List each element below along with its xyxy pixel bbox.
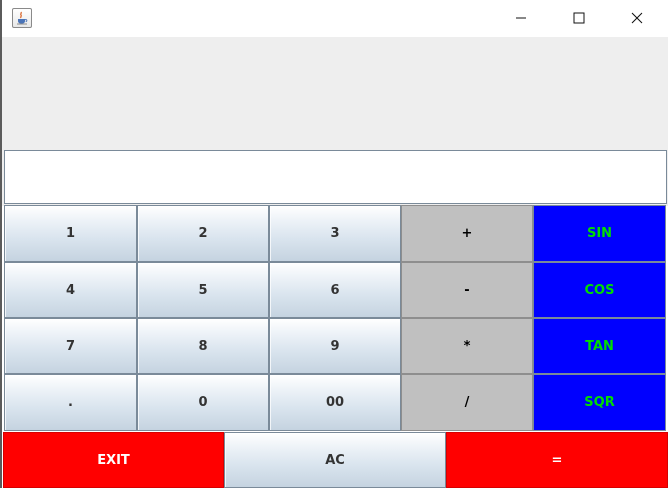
digit-2-button[interactable]: 2: [137, 205, 269, 262]
digit-8-button[interactable]: 8: [137, 318, 269, 374]
equals-button[interactable]: =: [446, 432, 668, 488]
digit-7-button[interactable]: 7: [4, 318, 137, 374]
digit-4-button[interactable]: 4: [4, 262, 137, 318]
minus-button[interactable]: -: [401, 262, 533, 318]
minimize-button[interactable]: [492, 0, 550, 36]
digit-5-button[interactable]: 5: [137, 262, 269, 318]
close-icon: [631, 12, 643, 24]
divide-button[interactable]: /: [401, 374, 533, 431]
calculator-window: 1 2 3 + SIN 4 5 6 - COS 7 8 9 * TAN . 0 …: [0, 0, 668, 488]
display-panel: [2, 149, 668, 206]
digit-9-button[interactable]: 9: [269, 318, 401, 374]
multiply-button[interactable]: *: [401, 318, 533, 374]
clear-button[interactable]: AC: [224, 432, 446, 488]
digit-0-button[interactable]: 0: [137, 374, 269, 431]
minimize-icon: [516, 17, 526, 19]
bottom-action-row: EXIT AC =: [3, 432, 668, 488]
empty-top-panel: [2, 37, 668, 149]
maximize-button[interactable]: [550, 0, 608, 36]
sin-button[interactable]: SIN: [533, 205, 666, 262]
digit-1-button[interactable]: 1: [4, 205, 137, 262]
decimal-point-button[interactable]: .: [4, 374, 137, 431]
double-zero-button[interactable]: 00: [269, 374, 401, 431]
plus-button[interactable]: +: [401, 205, 533, 262]
exit-button[interactable]: EXIT: [3, 432, 224, 488]
digit-3-button[interactable]: 3: [269, 205, 401, 262]
display-field[interactable]: [4, 150, 667, 204]
keypad: 1 2 3 + SIN 4 5 6 - COS 7 8 9 * TAN . 0 …: [4, 205, 666, 431]
close-button[interactable]: [608, 0, 666, 36]
java-cup-icon: [12, 8, 32, 28]
cos-button[interactable]: COS: [533, 262, 666, 318]
title-bar: [2, 0, 668, 36]
digit-6-button[interactable]: 6: [269, 262, 401, 318]
maximize-icon: [573, 12, 585, 24]
sqr-button[interactable]: SQR: [533, 374, 666, 431]
tan-button[interactable]: TAN: [533, 318, 666, 374]
